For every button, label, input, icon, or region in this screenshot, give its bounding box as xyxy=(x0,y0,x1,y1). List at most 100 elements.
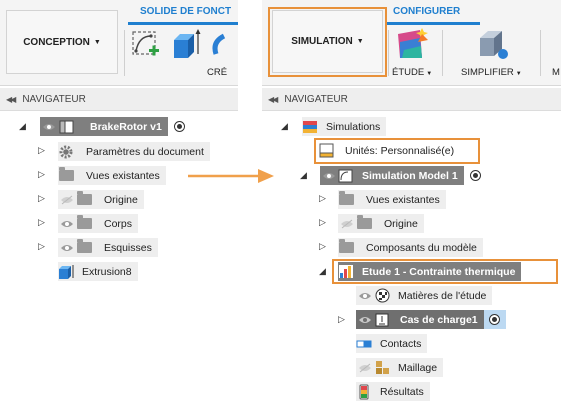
activate-radio[interactable] xyxy=(489,314,501,325)
folder-icon xyxy=(76,238,92,257)
expand-triangle-icon[interactable]: ▷ xyxy=(319,217,326,228)
simplify-icon[interactable] xyxy=(476,28,508,63)
tree-node-bodies[interactable]: Corps xyxy=(58,214,139,233)
eye-icon[interactable] xyxy=(58,214,76,233)
eye-icon[interactable] xyxy=(320,166,338,185)
simplify-menu-label: SIMPLIFIER xyxy=(461,67,514,78)
folder-icon xyxy=(58,166,74,185)
views-label: Vues existantes xyxy=(86,169,160,182)
mesh-icon xyxy=(374,358,390,377)
caret-down-icon: ▼ xyxy=(426,71,433,77)
simulations-label: Simulations xyxy=(326,120,381,133)
simulation-panel: SIMULATION ▼ CONFIGURER ÉTUDE ▼ SIMPLIFIE xyxy=(262,0,561,420)
toolbar: CONCEPTION ▼ SOLIDE DE FONCT CRÉ xyxy=(0,0,238,86)
tree-node-sketches[interactable]: Esquisses xyxy=(58,238,158,257)
collapse-triangle-icon[interactable]: ◢ xyxy=(300,170,307,181)
doc-settings-label: Paramètres du document xyxy=(86,145,204,158)
eye-icon[interactable] xyxy=(356,286,374,305)
eye-icon[interactable] xyxy=(40,117,58,136)
create-menu-label[interactable]: CRÉ xyxy=(207,67,227,78)
collapse-navigator-icon[interactable]: ◀◀ xyxy=(268,95,278,104)
active-load-case-indicator[interactable] xyxy=(483,310,506,329)
highlight-box xyxy=(332,259,558,284)
contacts-icon xyxy=(356,334,372,353)
results-label: Résultats xyxy=(380,385,424,398)
tree-node-load-case[interactable]: Cas de charge1 xyxy=(356,310,506,329)
eye-icon[interactable] xyxy=(58,238,76,257)
expand-triangle-icon[interactable]: ▷ xyxy=(38,193,45,204)
expand-triangle-icon[interactable]: ▷ xyxy=(338,314,345,325)
model-icon xyxy=(338,166,354,185)
tree-node-materials[interactable]: Matières de l'étude xyxy=(356,286,493,305)
expand-triangle-icon[interactable]: ▷ xyxy=(319,193,326,204)
root-component-label: BrakeRotor v1 xyxy=(90,120,162,133)
tree-node-doc-settings[interactable]: Paramètres du document xyxy=(58,142,210,161)
highlight-box xyxy=(268,7,387,77)
views-label: Vues existantes xyxy=(366,193,440,206)
eye-hidden-icon[interactable] xyxy=(338,214,356,233)
expand-triangle-icon[interactable]: ▷ xyxy=(38,169,45,180)
sketches-label: Esquisses xyxy=(104,241,152,254)
tree-node-root[interactable]: BrakeRotor v1 xyxy=(40,117,185,136)
create-sketch-icon[interactable] xyxy=(131,30,161,63)
caret-down-icon: ▼ xyxy=(515,71,522,77)
tree-node-simulations[interactable]: Simulations xyxy=(302,117,387,136)
folder-icon xyxy=(338,190,354,209)
tab-configure[interactable]: CONFIGURER xyxy=(393,6,460,17)
expand-triangle-icon[interactable]: ▷ xyxy=(38,217,45,228)
navigator-header: ◀◀ NAVIGATEUR xyxy=(0,88,238,111)
activate-radio[interactable] xyxy=(173,121,185,132)
workspace-label: CONCEPTION xyxy=(23,36,90,48)
extrude-feature-icon xyxy=(58,262,74,281)
caret-down-icon: ▼ xyxy=(93,38,101,46)
tree-node-contacts[interactable]: Contacts xyxy=(356,334,428,353)
folder-icon xyxy=(76,190,92,209)
folder-icon xyxy=(338,238,354,257)
tree-node-origin[interactable]: Origine xyxy=(58,190,144,209)
tab-solid[interactable]: SOLIDE DE FONCT xyxy=(140,6,231,17)
workspace-switcher-button[interactable]: CONCEPTION ▼ xyxy=(6,10,118,74)
tree-node-results[interactable]: Résultats xyxy=(356,382,430,401)
load-case-label: Cas de charge1 xyxy=(400,313,478,326)
eye-icon[interactable] xyxy=(356,310,374,329)
collapse-triangle-icon[interactable]: ◢ xyxy=(319,266,326,277)
tree-node-views[interactable]: Vues existantes xyxy=(58,166,166,185)
extrusion-label: Extrusion8 xyxy=(82,265,132,278)
mesh-label: Maillage xyxy=(398,361,438,374)
new-study-icon[interactable] xyxy=(394,28,428,65)
tree-node-views[interactable]: Vues existantes xyxy=(338,190,446,209)
tree-node-mesh[interactable]: Maillage xyxy=(356,358,444,377)
study-menu-button[interactable]: ÉTUDE ▼ xyxy=(392,67,432,78)
tree-node-simulation-model[interactable]: Simulation Model 1 xyxy=(320,166,481,185)
bodies-label: Corps xyxy=(104,217,133,230)
study-menu-label: ÉTUDE xyxy=(392,67,425,78)
tree-node-components[interactable]: Composants du modèle xyxy=(338,238,483,257)
divider xyxy=(540,30,541,76)
expand-triangle-icon[interactable]: ▷ xyxy=(38,145,45,156)
tab-underline xyxy=(386,22,480,25)
navigator-header: ◀◀ NAVIGATEUR xyxy=(262,88,561,111)
overflow-menu-label[interactable]: M xyxy=(552,67,560,78)
eye-hidden-icon[interactable] xyxy=(356,358,374,377)
extrude-icon[interactable] xyxy=(170,28,202,63)
collapse-navigator-icon[interactable]: ◀◀ xyxy=(6,95,16,104)
navigator-label: NAVIGATEUR xyxy=(22,93,86,105)
tree-node-extrusion[interactable]: Extrusion8 xyxy=(58,262,138,281)
results-icon xyxy=(356,382,372,401)
simplify-menu-button[interactable]: SIMPLIFIER ▼ xyxy=(461,67,522,78)
activate-radio[interactable] xyxy=(469,170,481,181)
revolve-icon[interactable] xyxy=(210,30,238,63)
material-icon xyxy=(374,286,390,305)
expand-triangle-icon[interactable]: ▷ xyxy=(319,241,326,252)
divider xyxy=(388,30,389,76)
collapse-triangle-icon[interactable]: ◢ xyxy=(281,121,288,132)
simulation-model-label: Simulation Model 1 xyxy=(362,169,458,182)
contacts-label: Contacts xyxy=(380,337,422,350)
eye-hidden-icon[interactable] xyxy=(58,190,76,209)
tree-node-origin[interactable]: Origine xyxy=(338,214,424,233)
gear-icon xyxy=(58,142,74,161)
tab-underline xyxy=(128,22,238,25)
expand-triangle-icon[interactable]: ▷ xyxy=(38,241,45,252)
collapse-triangle-icon[interactable]: ◢ xyxy=(19,121,26,132)
folder-icon xyxy=(76,214,92,233)
